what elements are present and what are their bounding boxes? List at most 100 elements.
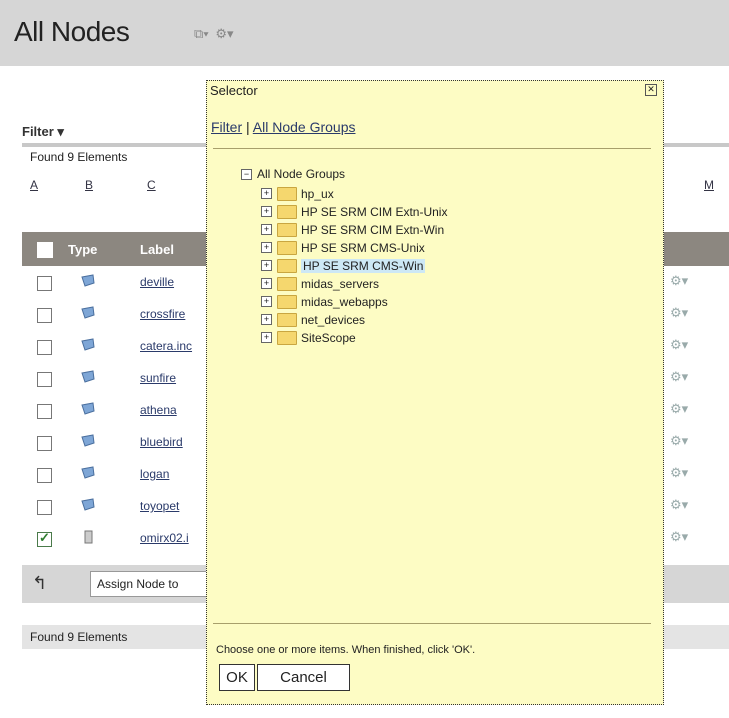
expand-icon[interactable]: +: [261, 206, 272, 218]
node-icon: [80, 370, 96, 384]
folder-icon: [277, 312, 297, 327]
selector-tabs: Filter | All Node Groups: [211, 119, 356, 135]
folder-icon: [277, 186, 297, 201]
expand-icon[interactable]: +: [261, 188, 272, 200]
folder-icon: [277, 276, 297, 291]
node-icon: [80, 466, 96, 480]
gear-icon[interactable]: ⚙▾: [670, 337, 688, 353]
collapse-icon[interactable]: −: [241, 169, 252, 181]
close-icon[interactable]: ✕: [645, 84, 657, 96]
node-label-link[interactable]: athena: [140, 403, 177, 417]
tab-separator: |: [242, 119, 253, 135]
folder-icon: [277, 330, 297, 345]
expand-icon[interactable]: +: [261, 224, 272, 236]
select-all-checkbox[interactable]: [37, 242, 53, 258]
tree-item-label: net_devices: [301, 312, 366, 327]
folder-icon: [277, 240, 297, 255]
alpha-link-c[interactable]: C: [147, 178, 156, 192]
tree-root[interactable]: − All Node Groups: [241, 167, 345, 181]
return-arrow-icon: ↰: [32, 573, 48, 593]
server-icon: [80, 530, 96, 544]
expand-icon[interactable]: +: [261, 278, 272, 290]
tree-item[interactable]: + midas_webapps: [261, 294, 388, 312]
gear-icon[interactable]: ⚙▾: [670, 497, 688, 513]
row-checkbox[interactable]: [37, 500, 52, 515]
row-checkbox[interactable]: [37, 276, 52, 291]
gear-icon[interactable]: ⚙▾: [670, 465, 688, 481]
expand-icon[interactable]: +: [261, 332, 272, 344]
node-label-link[interactable]: omirx02.i: [140, 531, 189, 545]
row-checkbox[interactable]: [37, 530, 52, 547]
gear-icon[interactable]: ⚙▾: [670, 273, 688, 289]
found-count-top: Found 9 Elements: [30, 150, 128, 164]
alpha-link-b[interactable]: B: [85, 178, 93, 192]
node-icon: [80, 338, 96, 352]
row-checkbox[interactable]: [37, 404, 52, 419]
selector-divider-bottom: [213, 623, 651, 624]
expand-icon[interactable]: +: [261, 260, 272, 272]
row-checkbox[interactable]: [37, 468, 52, 483]
row-checkbox[interactable]: [37, 340, 52, 355]
selector-help-text: Choose one or more items. When finished,…: [216, 644, 476, 656]
node-label-link[interactable]: deville: [140, 275, 174, 289]
tree-item-label: HP SE SRM CMS-Win: [301, 258, 426, 273]
tree-item[interactable]: + midas_servers: [261, 276, 379, 294]
tree-item-label: HP SE SRM CIM Extn-Unix: [301, 204, 448, 219]
cancel-button[interactable]: Cancel: [257, 664, 350, 691]
tree-item-label: midas_webapps: [301, 294, 388, 309]
node-label-link[interactable]: crossfire: [140, 307, 185, 321]
page-title: All Nodes: [14, 16, 130, 47]
ok-button[interactable]: OK: [219, 664, 255, 691]
selector-divider: [213, 148, 651, 149]
gear-icon[interactable]: ⚙▾: [670, 433, 688, 449]
node-icon: [80, 498, 96, 512]
gear-icon[interactable]: ⚙▾: [670, 369, 688, 385]
expand-icon[interactable]: +: [261, 242, 272, 254]
tree-item[interactable]: + HP SE SRM CIM Extn-Win: [261, 222, 444, 240]
node-icon: [80, 274, 96, 288]
tree-item[interactable]: + net_devices: [261, 312, 365, 330]
gear-icon[interactable]: ⚙▾: [670, 529, 688, 545]
node-label-link[interactable]: logan: [140, 467, 169, 481]
node-label-link[interactable]: bluebird: [140, 435, 183, 449]
gear-icon[interactable]: ⚙▾: [670, 401, 688, 417]
row-checkbox[interactable]: [37, 372, 52, 387]
tab-all-node-groups[interactable]: All Node Groups: [253, 119, 356, 135]
folder-icon: [277, 222, 297, 237]
column-label[interactable]: Label: [140, 242, 174, 257]
row-checkbox[interactable]: [37, 436, 52, 451]
folder-icon: [277, 204, 297, 219]
gear-icon[interactable]: ⚙▾: [670, 305, 688, 321]
selector-dialog: Selector ✕ Filter | All Node Groups − All…: [206, 80, 664, 705]
found-count-bottom: Found 9 Elements: [30, 630, 128, 644]
filter-tab[interactable]: Filter ▾: [22, 124, 64, 140]
tab-filter[interactable]: Filter: [211, 119, 242, 135]
node-label-link[interactable]: catera.inc: [140, 339, 192, 353]
gear-icon[interactable]: ⚙▾: [215, 26, 233, 42]
node-icon: [80, 434, 96, 448]
row-checkbox[interactable]: [37, 308, 52, 323]
tree-item[interactable]: + HP SE SRM CMS-Unix: [261, 240, 425, 258]
column-type[interactable]: Type: [68, 242, 97, 257]
node-label-link[interactable]: sunfire: [140, 371, 176, 385]
selector-title: Selector: [210, 83, 258, 98]
tree-item[interactable]: + HP SE SRM CMS-Win: [261, 258, 426, 276]
node-icon: [80, 306, 96, 320]
node-icon: [80, 402, 96, 416]
expand-icon[interactable]: +: [261, 296, 272, 308]
tree-item-label: hp_ux: [301, 186, 334, 201]
tree-item[interactable]: + hp_ux: [261, 186, 334, 204]
page-header: All Nodes ⧉▾ ⚙▾: [0, 0, 729, 66]
tree-item-label: HP SE SRM CIM Extn-Win: [301, 222, 445, 237]
node-label-link[interactable]: toyopet: [140, 499, 179, 513]
tree-item[interactable]: + HP SE SRM CIM Extn-Unix: [261, 204, 447, 222]
tree-item[interactable]: + SiteScope: [261, 330, 356, 348]
view-icon[interactable]: ⧉▾: [194, 26, 209, 42]
expand-icon[interactable]: +: [261, 314, 272, 326]
alpha-link-m[interactable]: M: [704, 178, 714, 192]
alpha-link-a[interactable]: A: [30, 178, 38, 192]
folder-icon: [277, 258, 297, 273]
folder-icon: [277, 294, 297, 309]
tree-item-label: midas_servers: [301, 276, 380, 291]
tree-item-label: SiteScope: [301, 330, 356, 345]
